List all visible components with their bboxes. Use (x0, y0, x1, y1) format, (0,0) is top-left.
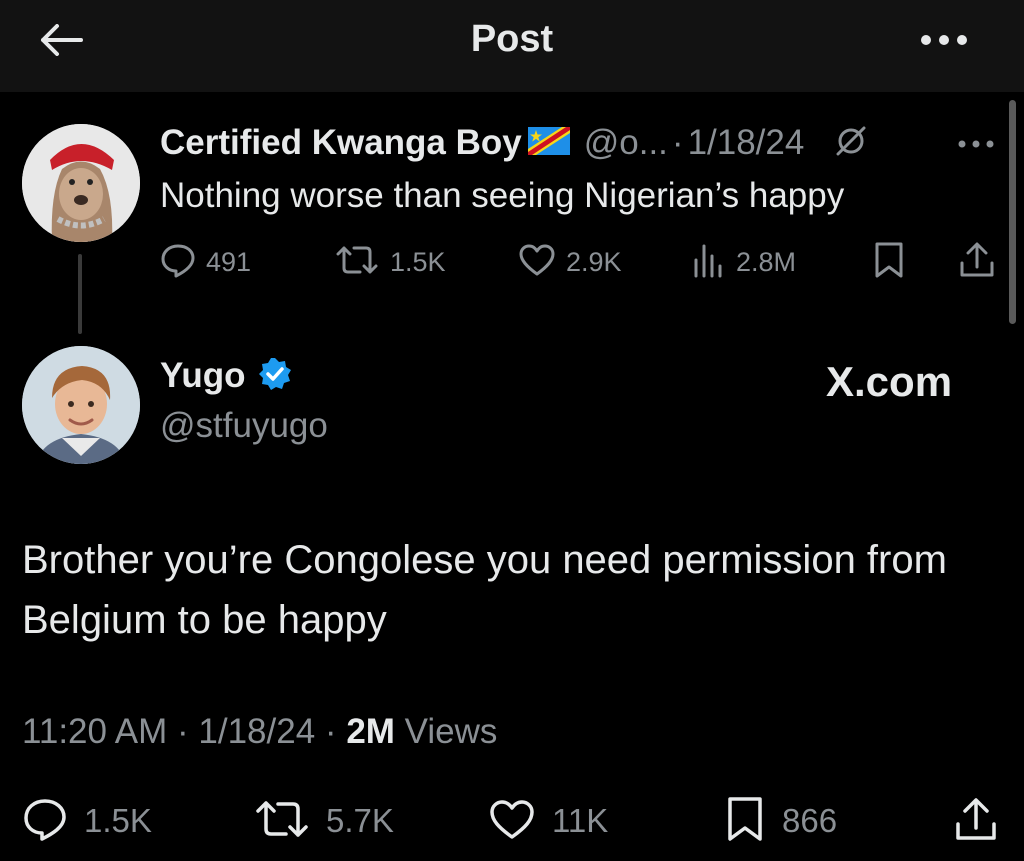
bookmark-icon (724, 796, 766, 847)
tweet-more-icon[interactable] (954, 126, 998, 162)
scrollbar[interactable] (1009, 100, 1016, 324)
page-title: Post (470, 18, 554, 60)
reply-icon (22, 797, 68, 846)
top-bar: Post (0, 0, 1024, 92)
tweet-time[interactable]: 11:20 AM (22, 712, 167, 751)
tweet-date[interactable]: 1/18/24 (688, 123, 805, 163)
reply-button[interactable]: 1.5K (22, 796, 152, 846)
bookmark-count: 866 (782, 802, 838, 839)
share-icon (958, 241, 996, 284)
parent-tweet-header: Certified Kwanga Boy @o... · 1/18/24 (160, 118, 868, 168)
repost-button[interactable]: 1.5K (334, 240, 446, 284)
separator: · (324, 712, 337, 751)
share-button[interactable] (954, 796, 998, 846)
repost-count: 1.5K (390, 246, 446, 277)
views-button[interactable]: 2.8M (692, 240, 796, 284)
drc-flag-icon (527, 126, 570, 160)
avatar[interactable] (22, 124, 140, 242)
repost-icon (334, 242, 380, 283)
avatar[interactable] (22, 346, 140, 464)
more-options-icon[interactable] (916, 22, 972, 58)
view-count: 2.8M (736, 246, 797, 277)
like-count: 2.9K (566, 246, 622, 277)
views-count[interactable]: 2M (346, 712, 395, 751)
separator: · (177, 712, 189, 751)
author-name[interactable]: Yugo (160, 356, 246, 396)
bookmark-icon (872, 241, 906, 284)
like-button[interactable]: 2.9K (518, 240, 622, 284)
analytics-icon (692, 242, 726, 283)
author-name-row: Yugo (160, 356, 292, 396)
separator: · (671, 123, 684, 162)
reply-count: 1.5K (84, 802, 152, 839)
heart-icon (488, 798, 536, 845)
repost-icon (254, 797, 310, 846)
heart-icon (518, 243, 556, 282)
repost-count: 5.7K (326, 802, 394, 839)
like-count: 11K (552, 802, 609, 839)
share-icon (954, 796, 998, 847)
reply-count: 491 (206, 246, 252, 277)
tweet-date[interactable]: 1/18/24 (198, 712, 315, 751)
reply-button[interactable]: 491 (160, 240, 251, 284)
author-handle[interactable]: @stfuyugo (160, 406, 328, 446)
reply-icon (160, 242, 196, 283)
like-button[interactable]: 11K (488, 796, 608, 846)
bookmark-button[interactable] (872, 240, 906, 284)
tweet-text: Brother you’re Congolese you need permis… (22, 538, 947, 642)
share-button[interactable] (958, 240, 996, 284)
verified-badge-icon (258, 357, 292, 396)
views-label: Views (404, 712, 498, 751)
muted-conversation-icon (834, 124, 868, 163)
bookmark-button[interactable]: 866 (724, 796, 837, 846)
author-name[interactable]: Certified Kwanga Boy (160, 123, 522, 163)
thread-connector (78, 254, 82, 334)
tweet-text: Nothing worse than seeing Nigerian’s hap… (160, 176, 845, 215)
author-handle[interactable]: @o... (584, 123, 668, 163)
x-logo: X.com (826, 358, 953, 405)
repost-button[interactable]: 5.7K (254, 796, 394, 846)
tweet-meta: 11:20 AM · 1/18/24 · 2M Views (22, 712, 497, 752)
